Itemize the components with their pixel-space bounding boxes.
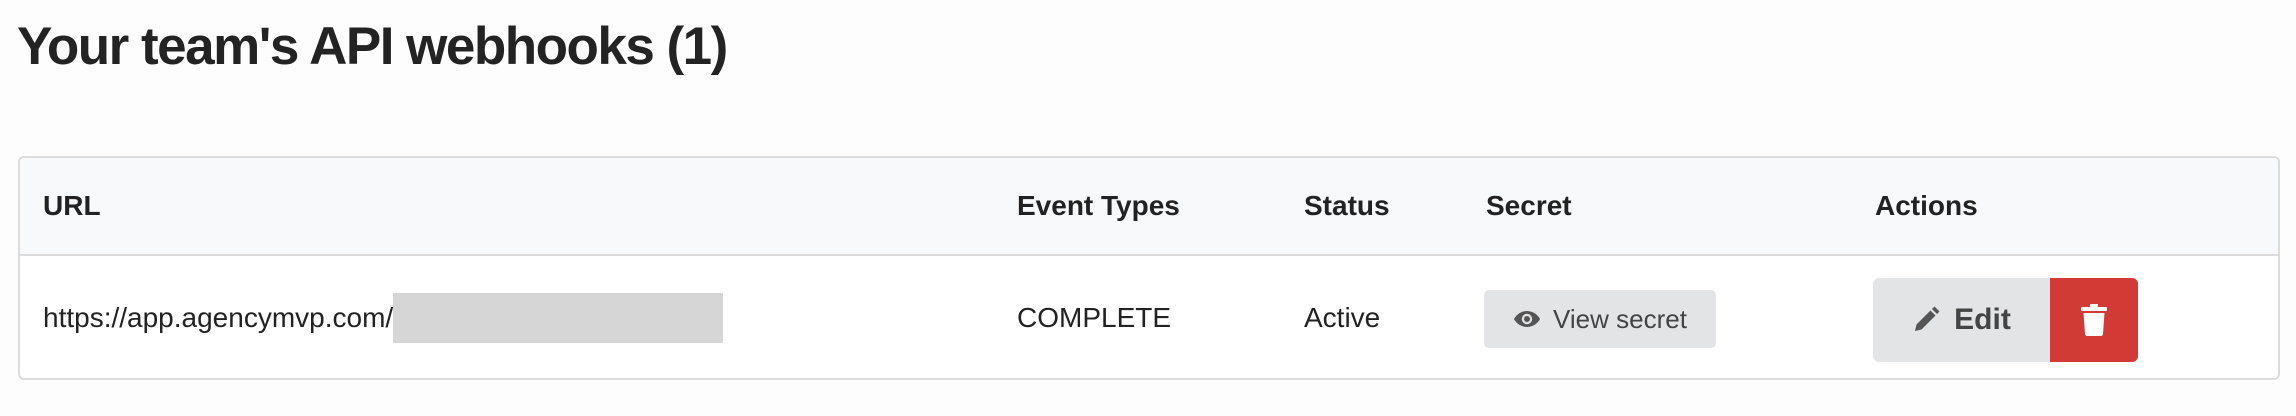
webhook-url-cell: https://app.agencymvp.com/: [43, 256, 724, 378]
column-header-actions: Actions: [1875, 190, 1978, 221]
page-title: Your team's API webhooks (1): [17, 17, 728, 76]
webhooks-table: URL Event Types Status Secret Actions ht…: [18, 156, 2280, 380]
delete-button[interactable]: [2050, 278, 2138, 362]
view-secret-button[interactable]: View secret: [1484, 290, 1716, 348]
eye-icon: [1513, 309, 1541, 329]
edit-label: Edit: [1954, 303, 2011, 336]
column-header-status: Status: [1304, 190, 1390, 221]
column-header-event-types: Event Types: [1017, 190, 1180, 221]
trash-icon: [2081, 304, 2107, 336]
pencil-icon: [1912, 306, 1940, 334]
event-types-cell: COMPLETE: [1017, 302, 1172, 333]
webhook-url: https://app.agencymvp.com/: [43, 302, 394, 333]
column-header-url: URL: [43, 190, 101, 221]
column-header-secret: Secret: [1486, 190, 1572, 221]
table-row: https://app.agencymvp.com/ COMPLETE Acti…: [20, 256, 2278, 378]
row-actions: Edit: [1873, 278, 2138, 362]
redacted-url-segment: [393, 292, 724, 343]
status-cell: Active: [1304, 302, 1381, 333]
view-secret-label: View secret: [1553, 303, 1687, 334]
table-header: URL Event Types Status Secret Actions: [20, 158, 2278, 256]
edit-button[interactable]: Edit: [1873, 278, 2050, 362]
